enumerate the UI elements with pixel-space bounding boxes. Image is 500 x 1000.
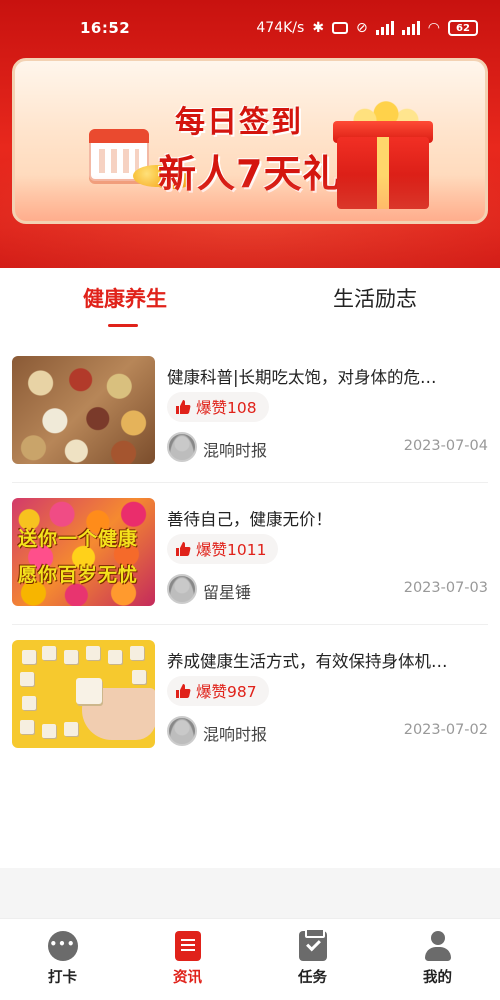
thumbs-up-icon bbox=[176, 684, 191, 698]
battery-icon: 62 bbox=[448, 20, 478, 36]
status-icons: 474K/s ✱ ⊘ ◠ 62 bbox=[256, 20, 478, 36]
status-time: 16:52 bbox=[80, 19, 131, 37]
article-thumbnail: 送你一个健康 愿你百岁无忧 bbox=[12, 498, 155, 606]
list-item[interactable]: 健康科普|长期吃太饱，对身体的危… 爆赞108 混响时报 2023-07-04 bbox=[12, 356, 488, 466]
content-panel: 健康养生 生活励志 健康科普|长期吃太饱，对身体的危… 爆赞108 混响时报 2… bbox=[0, 268, 500, 868]
tab-health[interactable]: 健康养生 bbox=[0, 268, 250, 340]
signal2-icon bbox=[401, 21, 420, 35]
banner-title: 每日签到 bbox=[175, 105, 303, 140]
nav-label: 任务 bbox=[298, 970, 327, 986]
like-badge: 爆赞1011 bbox=[167, 534, 279, 564]
article-date: 2023-07-04 bbox=[403, 438, 488, 454]
nav-checkin[interactable]: 打卡 bbox=[0, 919, 125, 1000]
like-count: 爆赞987 bbox=[196, 683, 257, 701]
article-date: 2023-07-03 bbox=[403, 580, 488, 596]
nav-news[interactable]: 资讯 bbox=[125, 919, 250, 1000]
like-count: 爆赞1011 bbox=[196, 541, 267, 559]
author-avatar bbox=[167, 716, 197, 746]
chat-icon bbox=[47, 931, 78, 961]
article-date: 2023-07-02 bbox=[403, 722, 488, 738]
list-item[interactable]: 养成健康生活方式，有效保持身体机… 爆赞987 混响时报 2023-07-02 bbox=[12, 640, 488, 750]
wifi-icon: ◠ bbox=[427, 20, 440, 36]
category-tabs: 健康养生 生活励志 bbox=[0, 268, 500, 340]
thumbnail-caption: 愿你百岁无忧 bbox=[18, 564, 139, 586]
user-icon bbox=[424, 931, 452, 961]
thumbs-up-icon bbox=[176, 542, 191, 556]
author-name: 留星锤 bbox=[203, 583, 252, 602]
vibrate-icon bbox=[332, 22, 349, 34]
nav-tasks[interactable]: 任务 bbox=[250, 919, 375, 1000]
article-title: 养成健康生活方式，有效保持身体机… bbox=[167, 652, 448, 671]
active-tab-indicator bbox=[108, 324, 138, 327]
network-speed: 474K/s bbox=[256, 20, 305, 36]
like-count: 爆赞108 bbox=[196, 399, 257, 417]
status-bar: 16:52 474K/s ✱ ⊘ ◠ 62 bbox=[0, 0, 500, 56]
header-area: 16:52 474K/s ✱ ⊘ ◠ 62 每日签到 新人7天礼 bbox=[0, 0, 500, 268]
task-icon bbox=[298, 928, 327, 961]
nav-label: 资讯 bbox=[173, 970, 202, 986]
news-icon bbox=[174, 931, 201, 961]
tab-life[interactable]: 生活励志 bbox=[250, 268, 500, 340]
like-badge: 爆赞108 bbox=[167, 392, 269, 422]
nav-label: 我的 bbox=[423, 970, 452, 986]
article-title: 健康科普|长期吃太饱，对身体的危… bbox=[167, 368, 437, 387]
article-thumbnail bbox=[12, 640, 155, 748]
list-item[interactable]: 送你一个健康 愿你百岁无忧 善待自己，健康无价！ 爆赞1011 留星锤 2023… bbox=[12, 498, 488, 608]
mute-icon: ⊘ bbox=[356, 20, 368, 36]
thumbnail-caption: 送你一个健康 bbox=[18, 528, 139, 550]
bottom-nav: 打卡 资讯 任务 我的 bbox=[0, 918, 500, 1000]
author-avatar bbox=[167, 432, 197, 462]
author-avatar bbox=[167, 574, 197, 604]
checkin-banner[interactable]: 每日签到 新人7天礼 bbox=[12, 58, 488, 224]
nav-label: 打卡 bbox=[48, 970, 77, 986]
signal-icon bbox=[375, 21, 394, 35]
author-name: 混响时报 bbox=[203, 441, 268, 460]
banner-subtitle: 新人7天礼 bbox=[158, 152, 342, 196]
nav-profile[interactable]: 我的 bbox=[375, 919, 500, 1000]
gift-box-icon bbox=[337, 137, 429, 209]
thumbs-up-icon bbox=[176, 400, 191, 414]
cube-image bbox=[76, 678, 102, 704]
like-badge: 爆赞987 bbox=[167, 676, 269, 706]
author-name: 混响时报 bbox=[203, 725, 268, 744]
article-title: 善待自己，健康无价！ bbox=[167, 510, 332, 529]
bluetooth-icon: ✱ bbox=[312, 20, 325, 36]
article-thumbnail bbox=[12, 356, 155, 464]
